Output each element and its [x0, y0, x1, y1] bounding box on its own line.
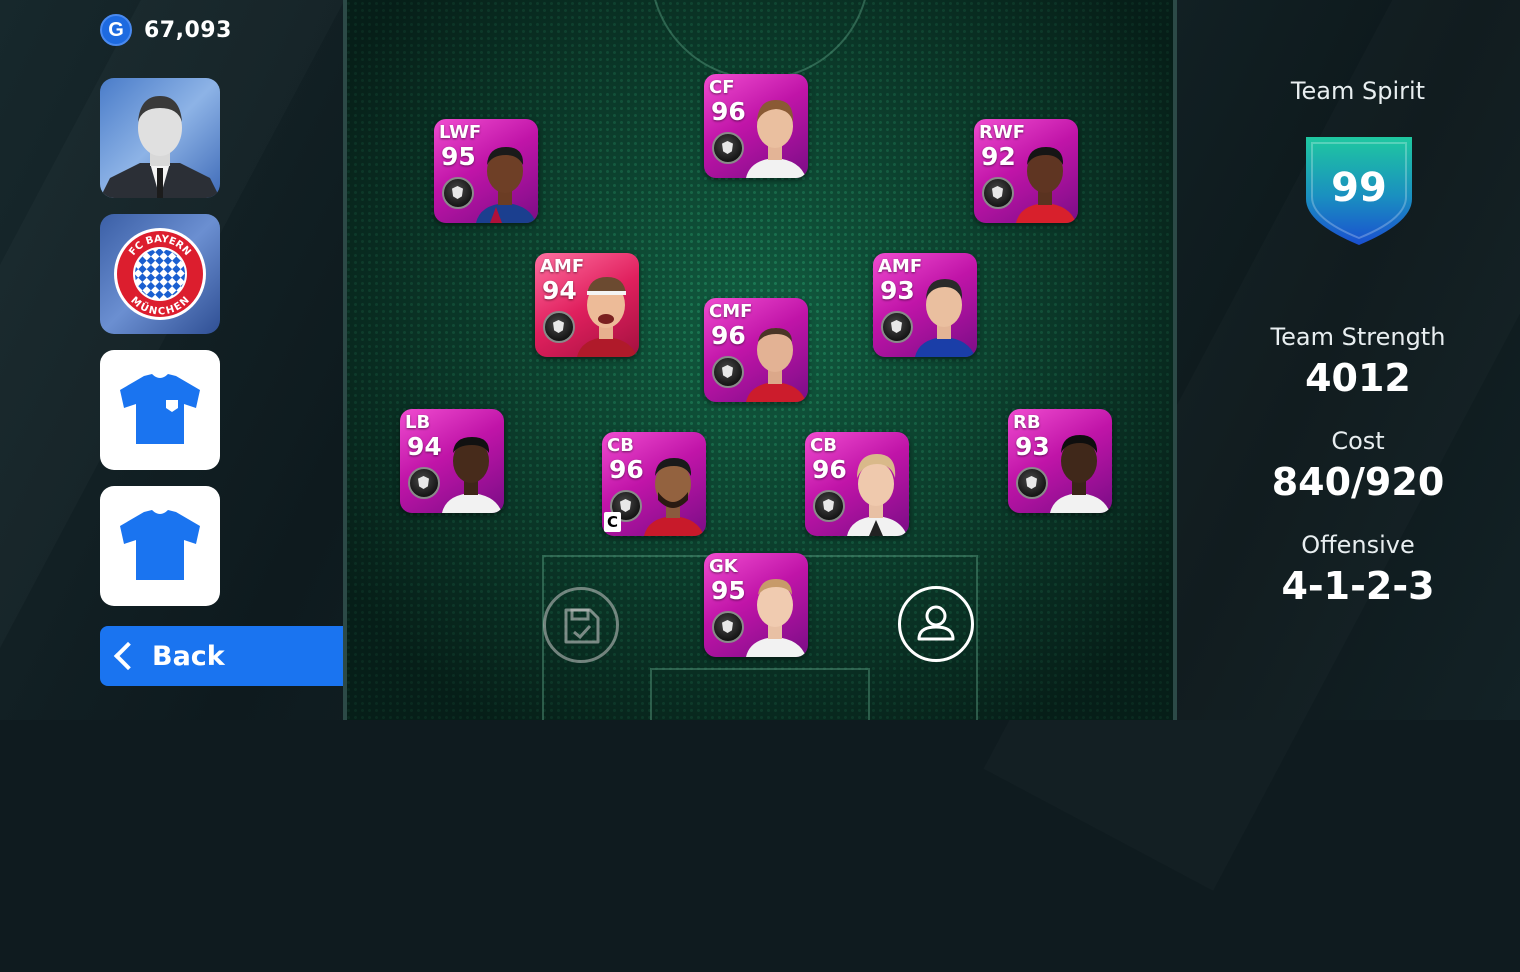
player-card-gk[interactable]: GK 95	[704, 553, 808, 657]
player-card-amf-right[interactable]: AMF 93	[873, 253, 977, 357]
playing-style-label: Offensive	[1301, 531, 1415, 559]
player-photo	[746, 579, 806, 657]
player-photo	[746, 328, 806, 402]
team-strength-label: Team Strength	[1270, 323, 1446, 351]
boost-token-icon	[813, 490, 845, 522]
player-kit-icon	[120, 510, 200, 580]
team-spirit-label: Team Spirit	[1290, 77, 1426, 105]
boost-token-icon	[712, 356, 744, 388]
card-position: LB	[405, 412, 431, 433]
pitch-border-left	[343, 0, 347, 720]
player-photo	[847, 454, 907, 536]
card-position: CF	[709, 77, 735, 98]
formation-value: 4-1-2-3	[1281, 564, 1435, 608]
captain-badge: C	[604, 512, 621, 532]
player-photo	[577, 277, 637, 357]
boost-token-icon	[982, 177, 1014, 209]
boost-token-icon	[712, 132, 744, 164]
player-photo	[476, 147, 536, 223]
player-card-lwf[interactable]: LWF 95	[434, 119, 538, 223]
cost-label: Cost	[1331, 427, 1385, 455]
chevron-left-icon	[113, 641, 143, 671]
boost-token-icon	[1016, 467, 1048, 499]
back-button[interactable]: Back	[100, 626, 372, 686]
player-photo	[915, 279, 975, 357]
card-position: CB	[607, 435, 634, 456]
pitch-border-right	[1173, 0, 1177, 720]
player-card-rb[interactable]: RB 93	[1008, 409, 1112, 513]
player-photo	[442, 437, 502, 513]
save-formation-button[interactable]	[543, 587, 619, 663]
team-spirit-value: 99	[1331, 165, 1387, 211]
player-card-cb-right[interactable]: CB 96	[805, 432, 909, 536]
save-icon	[564, 608, 600, 644]
player-kit-button[interactable]	[100, 486, 220, 606]
player-card-amf-left[interactable]: AMF 94	[535, 253, 639, 357]
card-position: GK	[709, 556, 738, 577]
center-circle-line	[650, 0, 870, 80]
back-label: Back	[152, 640, 225, 672]
player-card-cmf[interactable]: CMF 96	[704, 298, 808, 402]
boost-token-icon	[712, 611, 744, 643]
player-card-rwf[interactable]: RWF 92	[974, 119, 1078, 223]
team-strength-value: 4012	[1305, 356, 1411, 400]
player-card-lb[interactable]: LB 94	[400, 409, 504, 513]
cost-value: 840/920	[1271, 460, 1445, 504]
boost-token-icon	[408, 467, 440, 499]
goal-area-line	[650, 668, 870, 720]
card-position: RB	[1013, 412, 1041, 433]
player-photo	[644, 458, 704, 536]
gp-amount: 67,093	[144, 17, 232, 43]
boost-token-icon	[543, 311, 575, 343]
boost-token-icon	[442, 177, 474, 209]
team-spirit-shield: 99	[1306, 137, 1412, 245]
player-photo	[1050, 435, 1110, 513]
gp-balance: G 67,093	[100, 12, 232, 48]
gp-coin-icon: G	[100, 14, 132, 46]
player-photo	[1016, 147, 1076, 223]
club-emblem-button[interactable]: FC BAYERN MÜNCHEN	[100, 214, 220, 334]
manager-button[interactable]	[100, 78, 220, 198]
player-photo	[746, 100, 806, 178]
player-assign-button[interactable]	[898, 586, 974, 662]
person-icon	[917, 605, 955, 641]
card-position: CB	[810, 435, 837, 456]
club-emblem-icon: FC BAYERN MÜNCHEN	[114, 228, 206, 320]
gk-kit-icon	[120, 374, 200, 444]
manager-avatar-icon	[100, 96, 220, 198]
boost-token-icon	[881, 311, 913, 343]
player-card-cf[interactable]: CF 96	[704, 74, 808, 178]
gk-kit-button[interactable]	[100, 350, 220, 470]
